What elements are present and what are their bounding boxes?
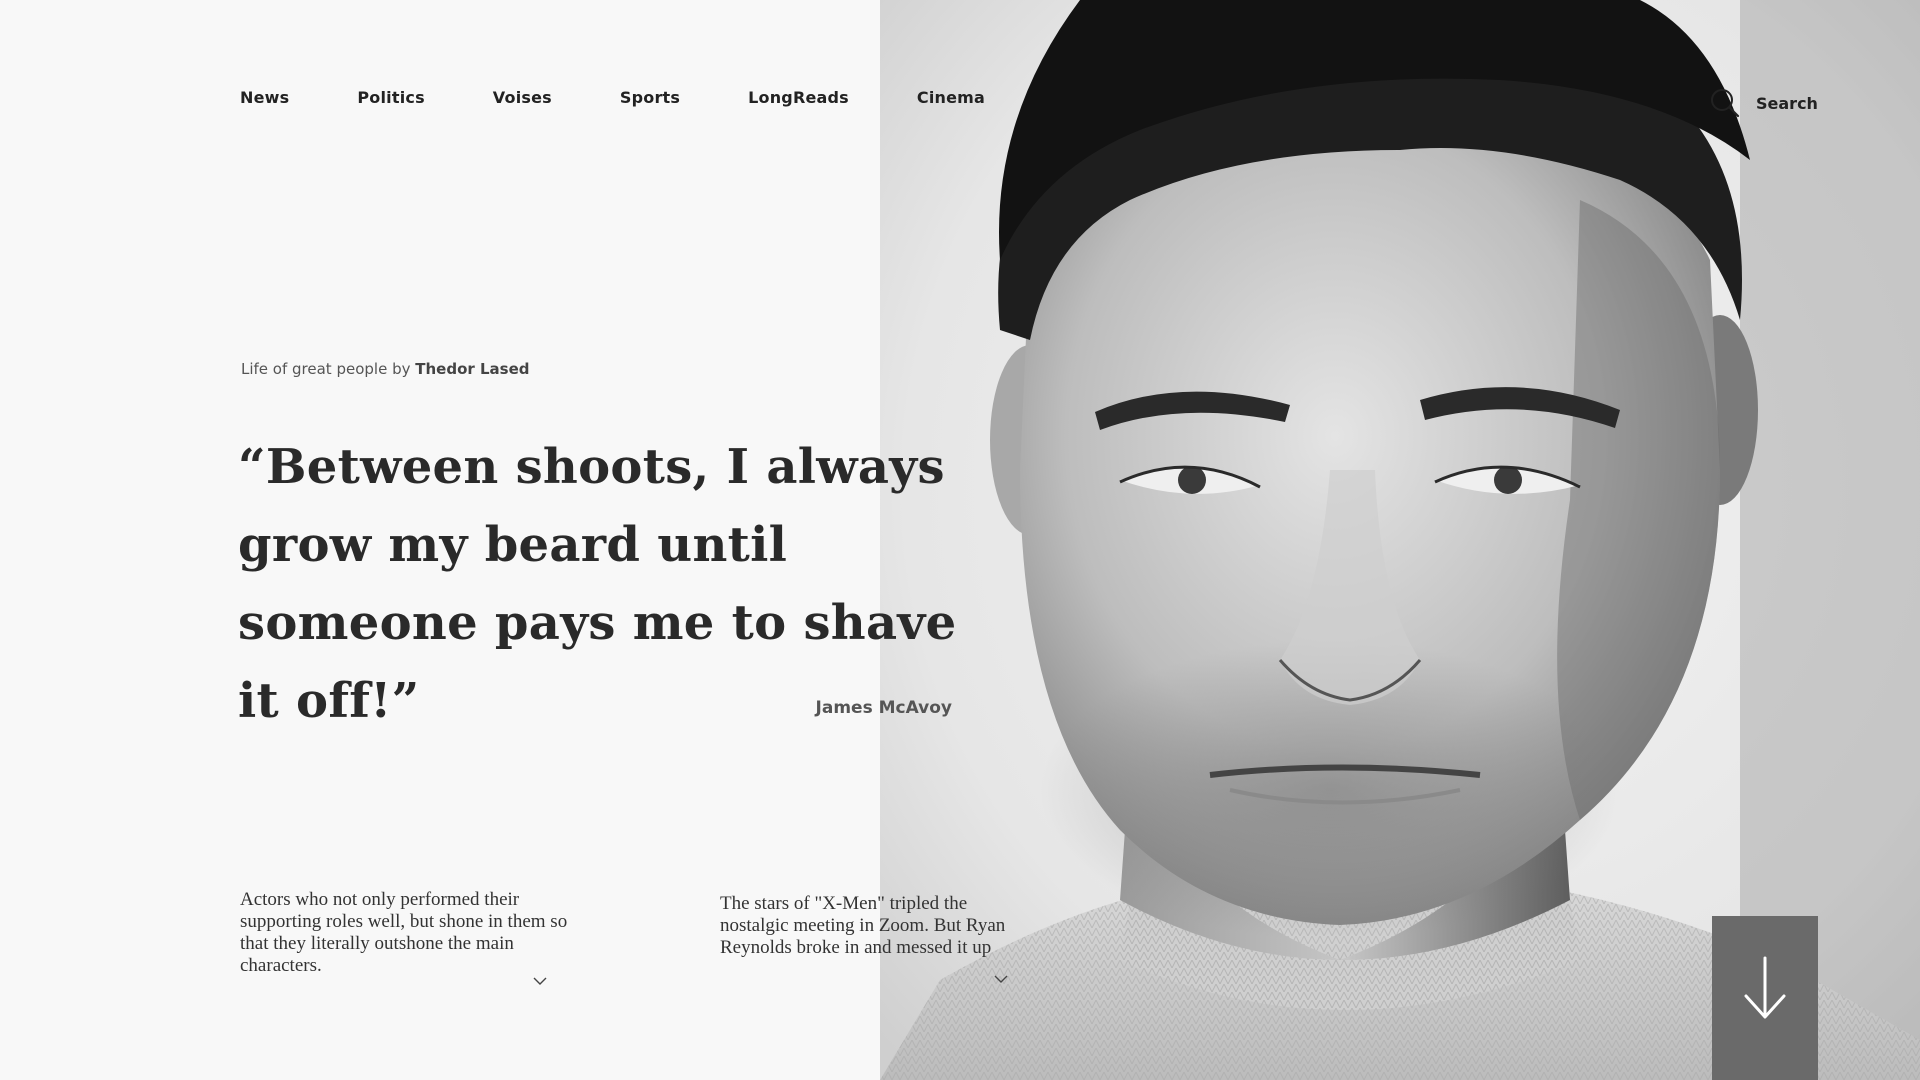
search-button[interactable]: Search bbox=[1710, 88, 1818, 118]
nav-item-news[interactable]: News bbox=[240, 88, 289, 107]
main-nav: News Politics Voises Sports LongReads Ci… bbox=[240, 88, 985, 107]
teaser-text: Actors who not only performed their supp… bbox=[240, 889, 568, 976]
chevron-down-icon bbox=[533, 977, 547, 985]
nav-item-politics[interactable]: Politics bbox=[357, 88, 424, 107]
nav-item-voises[interactable]: Voises bbox=[493, 88, 552, 107]
teaser-text: The stars of "X-Men" tripled the nostalg… bbox=[720, 893, 1006, 958]
quote-author: James McAvoy bbox=[815, 698, 952, 718]
teaser-link-1[interactable]: Actors who not only performed their supp… bbox=[240, 889, 570, 985]
byline-author[interactable]: Thedor Lased bbox=[415, 360, 529, 378]
search-icon bbox=[1711, 89, 1740, 118]
scroll-down-button[interactable] bbox=[1712, 916, 1818, 1080]
byline-prefix: Life of great people by bbox=[241, 360, 416, 378]
arrow-down-icon bbox=[1744, 956, 1786, 1019]
chevron-down-icon bbox=[994, 975, 1008, 983]
hero-quote: “Between shoots, I always grow my beard … bbox=[238, 439, 957, 729]
teaser-link-2[interactable]: The stars of "X-Men" tripled the nostalg… bbox=[720, 893, 1040, 983]
article-byline: Life of great people by Thedor Lased bbox=[241, 360, 530, 378]
nav-item-longreads[interactable]: LongReads bbox=[748, 88, 849, 107]
search-label: Search bbox=[1756, 93, 1818, 113]
nav-item-cinema[interactable]: Cinema bbox=[917, 88, 985, 107]
nav-item-sports[interactable]: Sports bbox=[620, 88, 680, 107]
